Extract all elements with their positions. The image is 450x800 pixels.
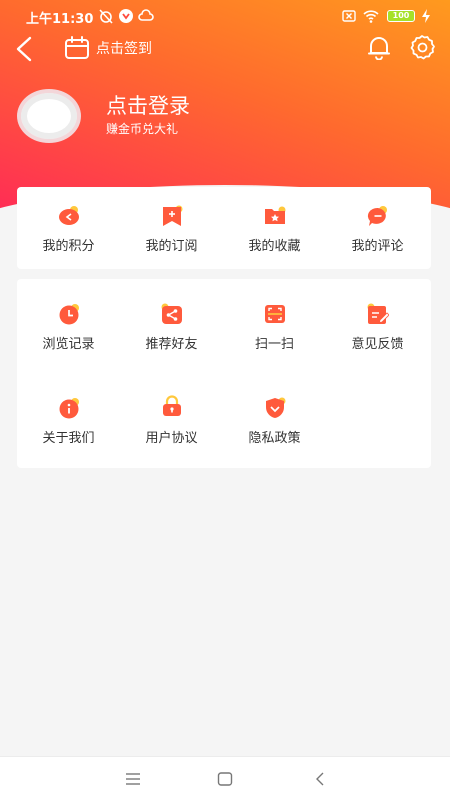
feedback-icon xyxy=(367,303,389,324)
status-bar: 上午11:30 100 xyxy=(0,0,450,32)
login-subtitle: 赚金币兑大礼 xyxy=(106,122,179,136)
tools-menu-card: 浏览记录 推荐好友 扫一扫 意见反馈 关于我们 用户协议 隐私政策 xyxy=(17,279,431,468)
info-icon xyxy=(59,398,79,419)
menu-item-label: 关于我们 xyxy=(42,431,95,446)
menu-item-history[interactable]: 浏览记录 xyxy=(17,279,120,359)
charging-icon xyxy=(422,9,430,23)
menu-item-label: 扫一扫 xyxy=(254,337,294,352)
menu-item-label: 我的评论 xyxy=(351,239,404,254)
share-icon xyxy=(161,303,182,324)
menu-item-subscribe[interactable]: 我的订阅 xyxy=(120,187,223,267)
menu-item-label: 意见反馈 xyxy=(351,337,404,352)
wifi-icon xyxy=(363,10,379,23)
menu-icon[interactable] xyxy=(124,770,142,788)
menu-item-label: 隐私政策 xyxy=(248,431,301,446)
system-back-icon[interactable] xyxy=(311,770,329,788)
menu-item-agreement[interactable]: 用户协议 xyxy=(120,373,223,453)
menu-item-about[interactable]: 关于我们 xyxy=(17,373,120,453)
menu-item-comments[interactable]: 我的评论 xyxy=(326,187,429,267)
back-icon[interactable] xyxy=(10,34,40,64)
battery-indicator: 100 xyxy=(387,10,415,22)
sim-off-icon xyxy=(342,10,356,22)
bell-icon[interactable] xyxy=(366,34,392,60)
clock-icon xyxy=(59,304,79,325)
app-notification-icon xyxy=(119,9,133,23)
comment-icon xyxy=(367,206,387,226)
alarm-off-icon xyxy=(99,9,113,24)
menu-item-points[interactable]: 我的积分 xyxy=(17,187,120,267)
menu-item-scan[interactable]: 扫一扫 xyxy=(223,279,326,359)
cloud-icon xyxy=(138,9,154,21)
login-title[interactable]: 点击登录 xyxy=(106,90,190,120)
shield-icon xyxy=(265,397,286,418)
favorite-folder-icon xyxy=(265,206,286,224)
menu-item-label: 浏览记录 xyxy=(42,337,95,352)
subscribe-icon xyxy=(163,205,183,226)
menu-item-label: 我的订阅 xyxy=(145,239,198,254)
menu-item-feedback[interactable]: 意见反馈 xyxy=(326,279,429,359)
home-icon[interactable] xyxy=(216,770,234,788)
menu-item-favorites[interactable]: 我的收藏 xyxy=(223,187,326,267)
avatar[interactable] xyxy=(17,89,81,143)
gear-icon[interactable] xyxy=(408,34,436,62)
menu-item-label: 我的收藏 xyxy=(248,239,301,254)
status-time: 上午11:30 xyxy=(26,12,94,27)
menu-item-label: 用户协议 xyxy=(145,431,198,446)
scan-icon xyxy=(265,305,285,323)
points-icon xyxy=(59,206,79,225)
menu-item-recommend[interactable]: 推荐好友 xyxy=(120,279,223,359)
quick-menu-card: 我的积分 我的订阅 我的收藏 我的评论 xyxy=(17,187,431,269)
checkin-label: 点击签到 xyxy=(96,41,152,57)
system-nav-bar xyxy=(0,756,450,800)
menu-item-label: 我的积分 xyxy=(42,239,95,254)
lock-icon xyxy=(163,395,181,416)
calendar-icon xyxy=(65,36,89,59)
menu-item-privacy[interactable]: 隐私政策 xyxy=(223,373,326,453)
menu-item-label: 推荐好友 xyxy=(145,337,198,352)
